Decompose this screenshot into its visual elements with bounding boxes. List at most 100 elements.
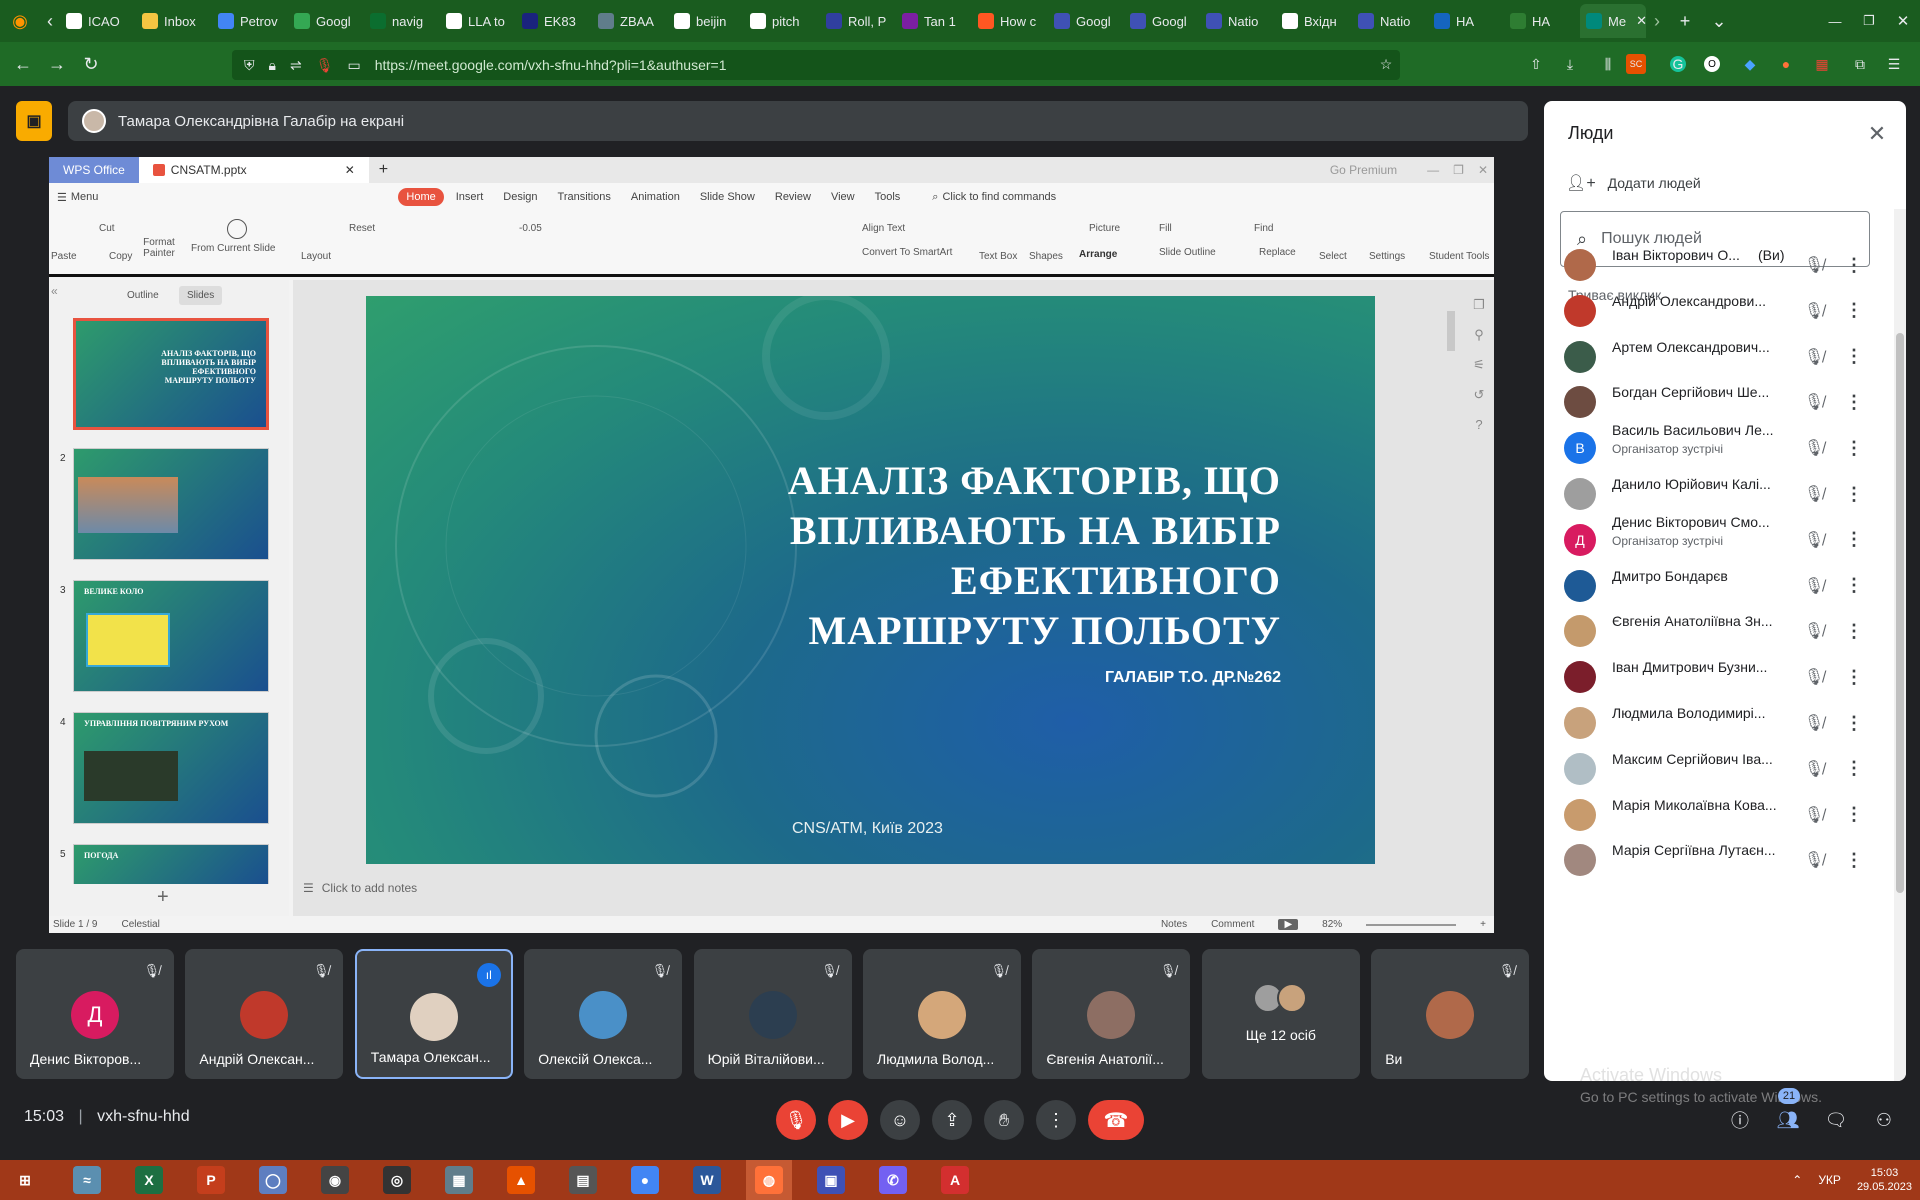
- taskbar-app-network[interactable]: ≈: [64, 1160, 110, 1200]
- wps-home-tab[interactable]: WPS Office: [49, 157, 139, 183]
- browser-tab[interactable]: Inbox: [136, 4, 212, 38]
- minimize-window-button[interactable]: —: [1818, 4, 1852, 38]
- tab-home[interactable]: Home: [398, 188, 444, 206]
- more-options-icon[interactable]: ⋮: [1844, 803, 1864, 827]
- participant-tile[interactable]: Ви 🎙︎̸: [1371, 949, 1530, 1079]
- align-text-button[interactable]: Align Text: [862, 223, 905, 234]
- participant-tile[interactable]: Олексій Олекса... 🎙︎̸: [524, 949, 683, 1079]
- slides-tab[interactable]: Slides: [179, 286, 223, 305]
- copy-button[interactable]: Copy: [109, 251, 132, 262]
- more-options-icon[interactable]: ⋮: [1844, 665, 1864, 689]
- new-tab-button[interactable]: +: [1668, 4, 1702, 38]
- reactions-button[interactable]: ☺: [880, 1100, 920, 1140]
- browser-tab[interactable]: Googl: [288, 4, 364, 38]
- reload-button[interactable]: ↻: [74, 47, 108, 81]
- select-button[interactable]: Select: [1319, 251, 1347, 262]
- more-options-icon[interactable]: ⋮: [1844, 711, 1864, 735]
- taskbar-app-acrobat[interactable]: A: [932, 1160, 978, 1200]
- taskbar-app-meet[interactable]: ◯: [250, 1160, 296, 1200]
- more-options-icon[interactable]: ⋮: [1844, 574, 1864, 598]
- tab-animation[interactable]: Animation: [623, 188, 688, 206]
- more-options-icon[interactable]: ⋮: [1844, 299, 1864, 323]
- chat-icon[interactable]: 🗨︎: [1822, 1106, 1850, 1134]
- browser-tab[interactable]: LLA to: [440, 4, 516, 38]
- settings-button[interactable]: Settings: [1369, 251, 1405, 262]
- taskbar-app-save[interactable]: ▣: [808, 1160, 854, 1200]
- back-button[interactable]: ←: [6, 47, 40, 81]
- browser-tab-active[interactable]: Me ✕: [1580, 4, 1646, 38]
- wps-menu-label[interactable]: Menu: [71, 191, 99, 203]
- slide-outline-button[interactable]: Slide Outline: [1159, 247, 1216, 258]
- close-window-button[interactable]: ✕: [1886, 4, 1920, 38]
- more-options-icon[interactable]: ⋮: [1844, 390, 1864, 414]
- more-options-icon[interactable]: ⋮: [1844, 848, 1864, 872]
- taskbar-app-camera[interactable]: ◉: [312, 1160, 358, 1200]
- notes-bar[interactable]: ☰ Click to add notes: [293, 876, 1494, 900]
- stop-presentation-button[interactable]: ▣: [16, 101, 52, 141]
- slide-thumbnail[interactable]: 4 УПРАВЛІННЯ ПОВІТРЯНИМ РУХОМ: [60, 712, 269, 824]
- tab-slide-show[interactable]: Slide Show: [692, 188, 763, 206]
- replace-button[interactable]: Replace: [1259, 247, 1296, 258]
- extension-red-icon[interactable]: ▦: [1812, 54, 1832, 74]
- browser-tab[interactable]: Natio: [1352, 4, 1428, 38]
- more-options-icon[interactable]: ⋮: [1844, 619, 1864, 643]
- browser-tab[interactable]: Googl: [1124, 4, 1200, 38]
- extension-orange-icon[interactable]: ●: [1776, 54, 1796, 74]
- people-icon[interactable]: 👥︎: [1774, 1106, 1802, 1134]
- participant-tile[interactable]: Ще 12 осіб: [1201, 949, 1360, 1079]
- firefox-menu-icon[interactable]: ◉: [0, 4, 40, 38]
- save-to-pocket-icon[interactable]: ⇧: [1526, 54, 1546, 74]
- tab-scroll-left-icon[interactable]: ‹: [40, 4, 60, 38]
- tab-view[interactable]: View: [823, 188, 863, 206]
- list-all-tabs-icon[interactable]: ⌄: [1702, 4, 1736, 38]
- extension-sc-icon[interactable]: SC: [1626, 54, 1646, 74]
- browser-tab[interactable]: Roll, P: [820, 4, 896, 38]
- wps-close-icon[interactable]: ✕: [1478, 163, 1488, 177]
- browser-tab[interactable]: navig: [364, 4, 440, 38]
- participant-tile[interactable]: Андрій Олексан... 🎙︎̸: [185, 949, 344, 1079]
- wps-restore-icon[interactable]: ❐: [1453, 163, 1464, 177]
- from-current-slide-button[interactable]: From Current Slide: [191, 243, 275, 254]
- more-options-icon[interactable]: ⋮: [1844, 253, 1864, 277]
- add-people-button[interactable]: 👤︎+ Додати людей: [1566, 173, 1701, 193]
- slide-thumbnail[interactable]: 5 ПОГОДА: [60, 844, 269, 884]
- format-painter-button[interactable]: Format Painter: [139, 237, 179, 259]
- taskbar-app-start[interactable]: ⊞: [2, 1160, 48, 1200]
- app-menu-icon[interactable]: ☰: [1884, 54, 1904, 74]
- close-tab-icon[interactable]: ✕: [1636, 13, 1646, 29]
- people-scrollbar[interactable]: [1894, 209, 1906, 1081]
- student-tools-button[interactable]: Student Tools: [1429, 251, 1489, 262]
- meeting-code[interactable]: vxh-sfnu-hhd: [97, 1108, 190, 1125]
- tab-transitions[interactable]: Transitions: [550, 188, 619, 206]
- browser-tab[interactable]: ICAO: [60, 4, 136, 38]
- bookmark-star-icon[interactable]: ☆: [1376, 54, 1396, 74]
- camera-toggle-button[interactable]: ▶︎: [828, 1100, 868, 1140]
- taskbar-app-matlab[interactable]: ▲: [498, 1160, 544, 1200]
- zoom-in-icon[interactable]: +: [1480, 919, 1486, 930]
- current-slide[interactable]: АНАЛІЗ ФАКТОРІВ, ЩО ВПЛИВАЮТЬ НА ВИБІР Е…: [366, 296, 1375, 864]
- slide-scrollbar[interactable]: [1447, 297, 1457, 857]
- font-size-field[interactable]: -0.05: [519, 223, 542, 234]
- present-screen-button[interactable]: ⇪: [932, 1100, 972, 1140]
- extension-blue-icon[interactable]: ◆: [1740, 54, 1760, 74]
- paste-button[interactable]: Paste: [51, 251, 77, 262]
- more-options-icon[interactable]: ⋮: [1844, 345, 1864, 369]
- taskbar-app-word[interactable]: W: [684, 1160, 730, 1200]
- taskbar-app-scanner[interactable]: ▤: [560, 1160, 606, 1200]
- convert-smartart-button[interactable]: Convert To SmartArt: [862, 247, 952, 258]
- activities-icon[interactable]: ⚇: [1870, 1106, 1898, 1134]
- wps-menu-icon[interactable]: ☰: [57, 191, 67, 204]
- help-icon[interactable]: ?: [1475, 417, 1482, 432]
- browser-tab[interactable]: Natio: [1200, 4, 1276, 38]
- go-premium-link[interactable]: Go Premium: [1330, 163, 1397, 177]
- restore-window-button[interactable]: ❐: [1852, 4, 1886, 38]
- participant-tile[interactable]: Людмила Волод... 🎙︎̸: [863, 949, 1021, 1079]
- browser-tab[interactable]: Googl: [1048, 4, 1124, 38]
- more-options-button[interactable]: ⋮: [1036, 1100, 1076, 1140]
- participant-tile[interactable]: Тамара Олексан... ıl: [354, 949, 513, 1079]
- play-slideshow-icon[interactable]: ▶: [1278, 919, 1299, 930]
- layers-icon[interactable]: ❐: [1473, 297, 1485, 313]
- clock[interactable]: 15:03 29.05.2023: [1857, 1166, 1912, 1194]
- add-slide-icon[interactable]: +: [157, 886, 169, 909]
- browser-tab[interactable]: How c: [972, 4, 1048, 38]
